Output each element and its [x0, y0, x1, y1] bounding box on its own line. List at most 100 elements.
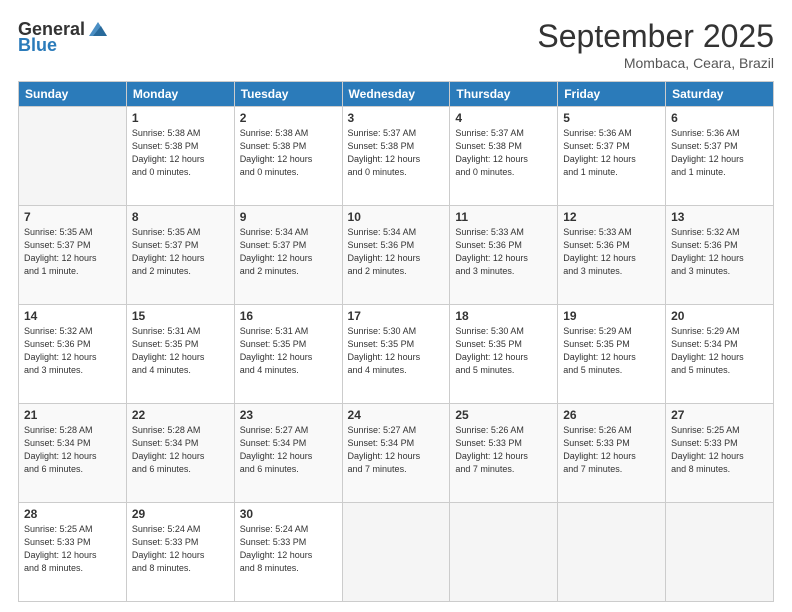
day-number: 24 [348, 408, 445, 422]
cell-content: Sunrise: 5:33 AMSunset: 5:36 PMDaylight:… [455, 226, 552, 278]
calendar-cell [450, 503, 558, 602]
calendar-cell: 18 Sunrise: 5:30 AMSunset: 5:35 PMDayligh… [450, 305, 558, 404]
day-number: 20 [671, 309, 768, 323]
logo: General Blue [18, 18, 109, 54]
month-year: September 2025 [537, 18, 774, 55]
cell-content: Sunrise: 5:37 AMSunset: 5:38 PMDaylight:… [348, 127, 445, 179]
week-row-5: 28 Sunrise: 5:25 AMSunset: 5:33 PMDayligh… [19, 503, 774, 602]
day-number: 26 [563, 408, 660, 422]
calendar-cell: 14 Sunrise: 5:32 AMSunset: 5:36 PMDayligh… [19, 305, 127, 404]
day-number: 7 [24, 210, 121, 224]
day-number: 10 [348, 210, 445, 224]
cell-content: Sunrise: 5:28 AMSunset: 5:34 PMDaylight:… [24, 424, 121, 476]
logo-icon [87, 18, 109, 40]
cell-content: Sunrise: 5:30 AMSunset: 5:35 PMDaylight:… [348, 325, 445, 377]
cell-content: Sunrise: 5:37 AMSunset: 5:38 PMDaylight:… [455, 127, 552, 179]
cell-content: Sunrise: 5:29 AMSunset: 5:34 PMDaylight:… [671, 325, 768, 377]
cell-content: Sunrise: 5:32 AMSunset: 5:36 PMDaylight:… [24, 325, 121, 377]
day-number: 15 [132, 309, 229, 323]
weekday-header-saturday: Saturday [666, 82, 774, 107]
calendar-cell: 17 Sunrise: 5:30 AMSunset: 5:35 PMDayligh… [342, 305, 450, 404]
week-row-3: 14 Sunrise: 5:32 AMSunset: 5:36 PMDayligh… [19, 305, 774, 404]
week-row-4: 21 Sunrise: 5:28 AMSunset: 5:34 PMDayligh… [19, 404, 774, 503]
cell-content: Sunrise: 5:27 AMSunset: 5:34 PMDaylight:… [348, 424, 445, 476]
calendar-cell: 13 Sunrise: 5:32 AMSunset: 5:36 PMDayligh… [666, 206, 774, 305]
cell-content: Sunrise: 5:34 AMSunset: 5:37 PMDaylight:… [240, 226, 337, 278]
cell-content: Sunrise: 5:38 AMSunset: 5:38 PMDaylight:… [240, 127, 337, 179]
day-number: 8 [132, 210, 229, 224]
weekday-header-thursday: Thursday [450, 82, 558, 107]
cell-content: Sunrise: 5:28 AMSunset: 5:34 PMDaylight:… [132, 424, 229, 476]
day-number: 9 [240, 210, 337, 224]
cell-content: Sunrise: 5:35 AMSunset: 5:37 PMDaylight:… [24, 226, 121, 278]
calendar-cell: 29Sunrise: 5:24 AMSunset: 5:33 PMDayligh… [126, 503, 234, 602]
page: General Blue September 2025 Mombaca, Cea… [0, 0, 792, 612]
day-number: 25 [455, 408, 552, 422]
day-number: 4 [455, 111, 552, 125]
calendar-cell: 21 Sunrise: 5:28 AMSunset: 5:34 PMDayligh… [19, 404, 127, 503]
calendar-cell: 8Sunrise: 5:35 AMSunset: 5:37 PMDaylight… [126, 206, 234, 305]
day-number: 1 [132, 111, 229, 125]
day-number: 30 [240, 507, 337, 521]
calendar-cell: 7 Sunrise: 5:35 AMSunset: 5:37 PMDaylight… [19, 206, 127, 305]
day-number: 22 [132, 408, 229, 422]
calendar-cell: 11 Sunrise: 5:33 AMSunset: 5:36 PMDayligh… [450, 206, 558, 305]
day-number: 2 [240, 111, 337, 125]
calendar-cell: 15 Sunrise: 5:31 AMSunset: 5:35 PMDayligh… [126, 305, 234, 404]
calendar: SundayMondayTuesdayWednesdayThursdayFrid… [18, 81, 774, 602]
cell-content: Sunrise: 5:34 AMSunset: 5:36 PMDaylight:… [348, 226, 445, 278]
calendar-cell: 22 Sunrise: 5:28 AMSunset: 5:34 PMDayligh… [126, 404, 234, 503]
day-number: 21 [24, 408, 121, 422]
calendar-cell: 6 Sunrise: 5:36 AMSunset: 5:37 PMDaylight… [666, 107, 774, 206]
calendar-cell: 30 Sunrise: 5:24 AMSunset: 5:33 PMDayligh… [234, 503, 342, 602]
cell-content: Sunrise: 5:31 AMSunset: 5:35 PMDaylight:… [132, 325, 229, 377]
calendar-cell: 9 Sunrise: 5:34 AMSunset: 5:37 PMDaylight… [234, 206, 342, 305]
calendar-cell: 5Sunrise: 5:36 AMSunset: 5:37 PMDaylight… [558, 107, 666, 206]
cell-content: Sunrise: 5:32 AMSunset: 5:36 PMDaylight:… [671, 226, 768, 278]
cell-content: Sunrise: 5:38 AMSunset: 5:38 PMDaylight:… [132, 127, 229, 179]
day-number: 13 [671, 210, 768, 224]
calendar-cell: 3 Sunrise: 5:37 AMSunset: 5:38 PMDaylight… [342, 107, 450, 206]
header: General Blue September 2025 Mombaca, Cea… [18, 18, 774, 71]
cell-content: Sunrise: 5:29 AMSunset: 5:35 PMDaylight:… [563, 325, 660, 377]
day-number: 6 [671, 111, 768, 125]
day-number: 16 [240, 309, 337, 323]
weekday-header-tuesday: Tuesday [234, 82, 342, 107]
cell-content: Sunrise: 5:33 AMSunset: 5:36 PMDaylight:… [563, 226, 660, 278]
cell-content: Sunrise: 5:26 AMSunset: 5:33 PMDaylight:… [563, 424, 660, 476]
day-number: 17 [348, 309, 445, 323]
calendar-cell [19, 107, 127, 206]
calendar-cell: 4 Sunrise: 5:37 AMSunset: 5:38 PMDaylight… [450, 107, 558, 206]
logo-blue: Blue [18, 36, 57, 54]
day-number: 3 [348, 111, 445, 125]
day-number: 14 [24, 309, 121, 323]
calendar-cell: 16 Sunrise: 5:31 AMSunset: 5:35 PMDayligh… [234, 305, 342, 404]
calendar-cell [342, 503, 450, 602]
weekday-header-wednesday: Wednesday [342, 82, 450, 107]
calendar-cell: 25 Sunrise: 5:26 AMSunset: 5:33 PMDayligh… [450, 404, 558, 503]
week-row-2: 7 Sunrise: 5:35 AMSunset: 5:37 PMDaylight… [19, 206, 774, 305]
calendar-cell: 19 Sunrise: 5:29 AMSunset: 5:35 PMDayligh… [558, 305, 666, 404]
day-number: 18 [455, 309, 552, 323]
weekday-header-row: SundayMondayTuesdayWednesdayThursdayFrid… [19, 82, 774, 107]
cell-content: Sunrise: 5:25 AMSunset: 5:33 PMDaylight:… [671, 424, 768, 476]
cell-content: Sunrise: 5:31 AMSunset: 5:35 PMDaylight:… [240, 325, 337, 377]
cell-content: Sunrise: 5:26 AMSunset: 5:33 PMDaylight:… [455, 424, 552, 476]
day-number: 28 [24, 507, 121, 521]
weekday-header-sunday: Sunday [19, 82, 127, 107]
day-number: 11 [455, 210, 552, 224]
calendar-cell: 27 Sunrise: 5:25 AMSunset: 5:33 PMDayligh… [666, 404, 774, 503]
cell-content: Sunrise: 5:24 AMSunset: 5:33 PMDaylight:… [240, 523, 337, 575]
day-number: 29 [132, 507, 229, 521]
day-number: 19 [563, 309, 660, 323]
calendar-cell: 10 Sunrise: 5:34 AMSunset: 5:36 PMDayligh… [342, 206, 450, 305]
cell-content: Sunrise: 5:25 AMSunset: 5:33 PMDaylight:… [24, 523, 121, 575]
cell-content: Sunrise: 5:30 AMSunset: 5:35 PMDaylight:… [455, 325, 552, 377]
day-number: 27 [671, 408, 768, 422]
cell-content: Sunrise: 5:36 AMSunset: 5:37 PMDaylight:… [671, 127, 768, 179]
calendar-cell: 20 Sunrise: 5:29 AMSunset: 5:34 PMDayligh… [666, 305, 774, 404]
calendar-cell: 1 Sunrise: 5:38 AMSunset: 5:38 PMDaylight… [126, 107, 234, 206]
day-number: 5 [563, 111, 660, 125]
cell-content: Sunrise: 5:27 AMSunset: 5:34 PMDaylight:… [240, 424, 337, 476]
calendar-cell: 12Sunrise: 5:33 AMSunset: 5:36 PMDayligh… [558, 206, 666, 305]
